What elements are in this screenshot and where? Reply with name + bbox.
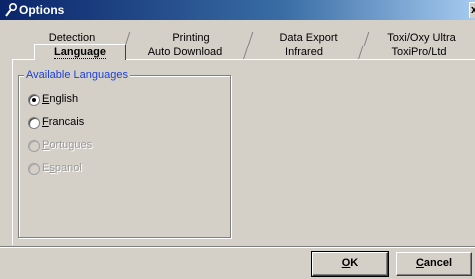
tab-toxi-oxy-ultra[interactable]: Toxi/Oxy Ultra [368,31,475,46]
tab-printing[interactable]: Printing [132,31,254,46]
ok-label: OK [341,257,359,269]
tab-label: Auto Download [147,46,223,58]
radio-label: Portugues [42,139,93,151]
tab-label: ToxiPro/Ltd [391,46,447,58]
tab-label: Printing [172,32,210,44]
tab-language[interactable]: Language [34,44,126,60]
close-icon: x [471,4,475,16]
ok-button[interactable]: OK [311,251,389,277]
radio-circle[interactable] [28,94,40,106]
tab-label: Detection [48,32,96,44]
footer-separator [0,246,475,248]
radio-circle[interactable] [28,117,40,129]
radio-circle [28,163,40,175]
tab-toxipro-ltd[interactable]: ToxiPro/Ltd [363,45,475,60]
radio-circle [28,140,40,152]
cancel-button[interactable]: Cancel [396,252,472,276]
tab-label: Data Export [279,32,338,44]
groupbox-title: Available Languages [24,69,130,81]
radio-label: Espanol [42,162,82,174]
tab-data-export[interactable]: Data Export [251,31,370,46]
tab-label: Toxi/Oxy Ultra [387,32,456,44]
cancel-label: Cancel [415,257,453,269]
tab-label: Language [54,46,106,59]
wrench-icon [5,2,18,17]
close-button[interactable]: x [469,2,475,18]
tab-auto-download[interactable]: Auto Download [125,45,249,60]
tab-infrared[interactable]: Infrared [248,45,364,60]
radio-label: Francais [42,116,85,128]
tab-label: Infrared [285,46,323,58]
window-title: Options [19,3,65,17]
title-bar: Options x [0,0,475,20]
radio-label: English [42,93,79,105]
